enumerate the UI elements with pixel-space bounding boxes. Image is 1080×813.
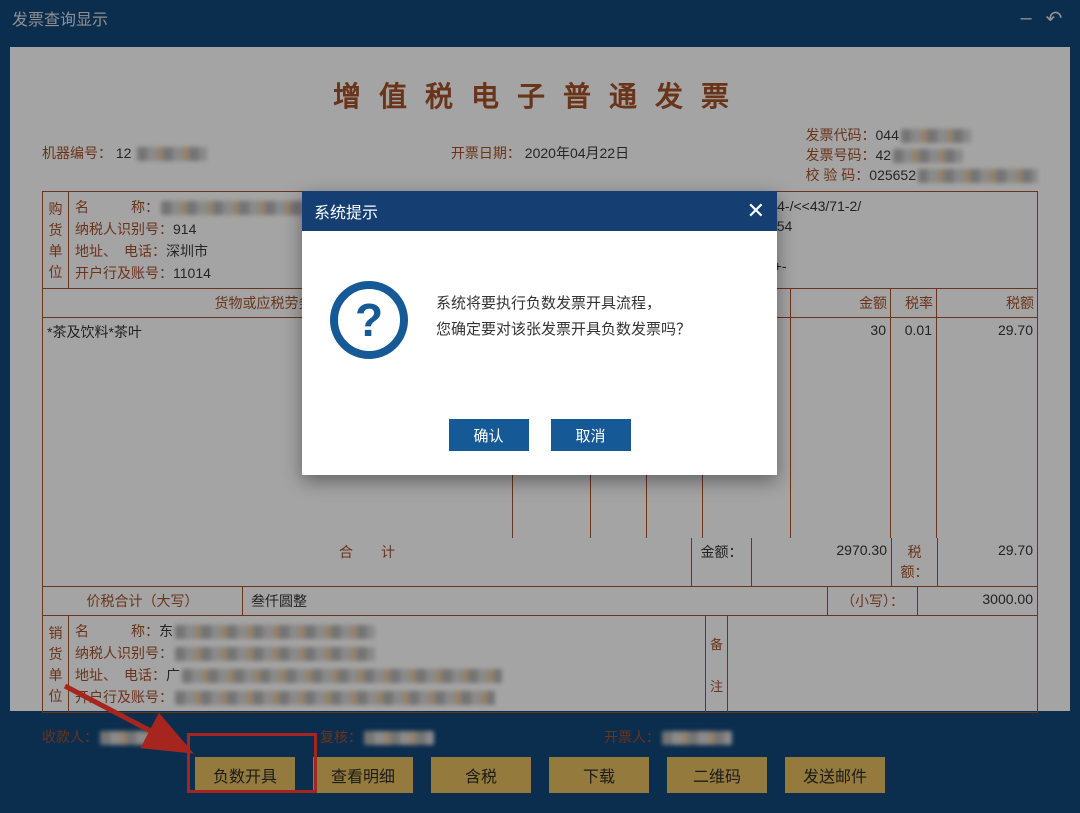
confirm-dialog: 系统提示 ✕ 系统将要执行负数发票开具流程， 您确定要对该张发票开具负数发票吗？… <box>302 191 777 475</box>
dialog-title: 系统提示 <box>314 199 378 223</box>
dialog-header: 系统提示 ✕ <box>302 191 777 231</box>
close-icon[interactable]: ✕ <box>747 200 765 222</box>
confirm-button[interactable]: 确认 <box>449 419 529 451</box>
question-icon <box>330 281 408 359</box>
cancel-button[interactable]: 取消 <box>551 419 631 451</box>
dialog-message: 系统将要执行负数发票开具流程， 您确定要对该张发票开具负数发票吗？ <box>436 281 691 343</box>
